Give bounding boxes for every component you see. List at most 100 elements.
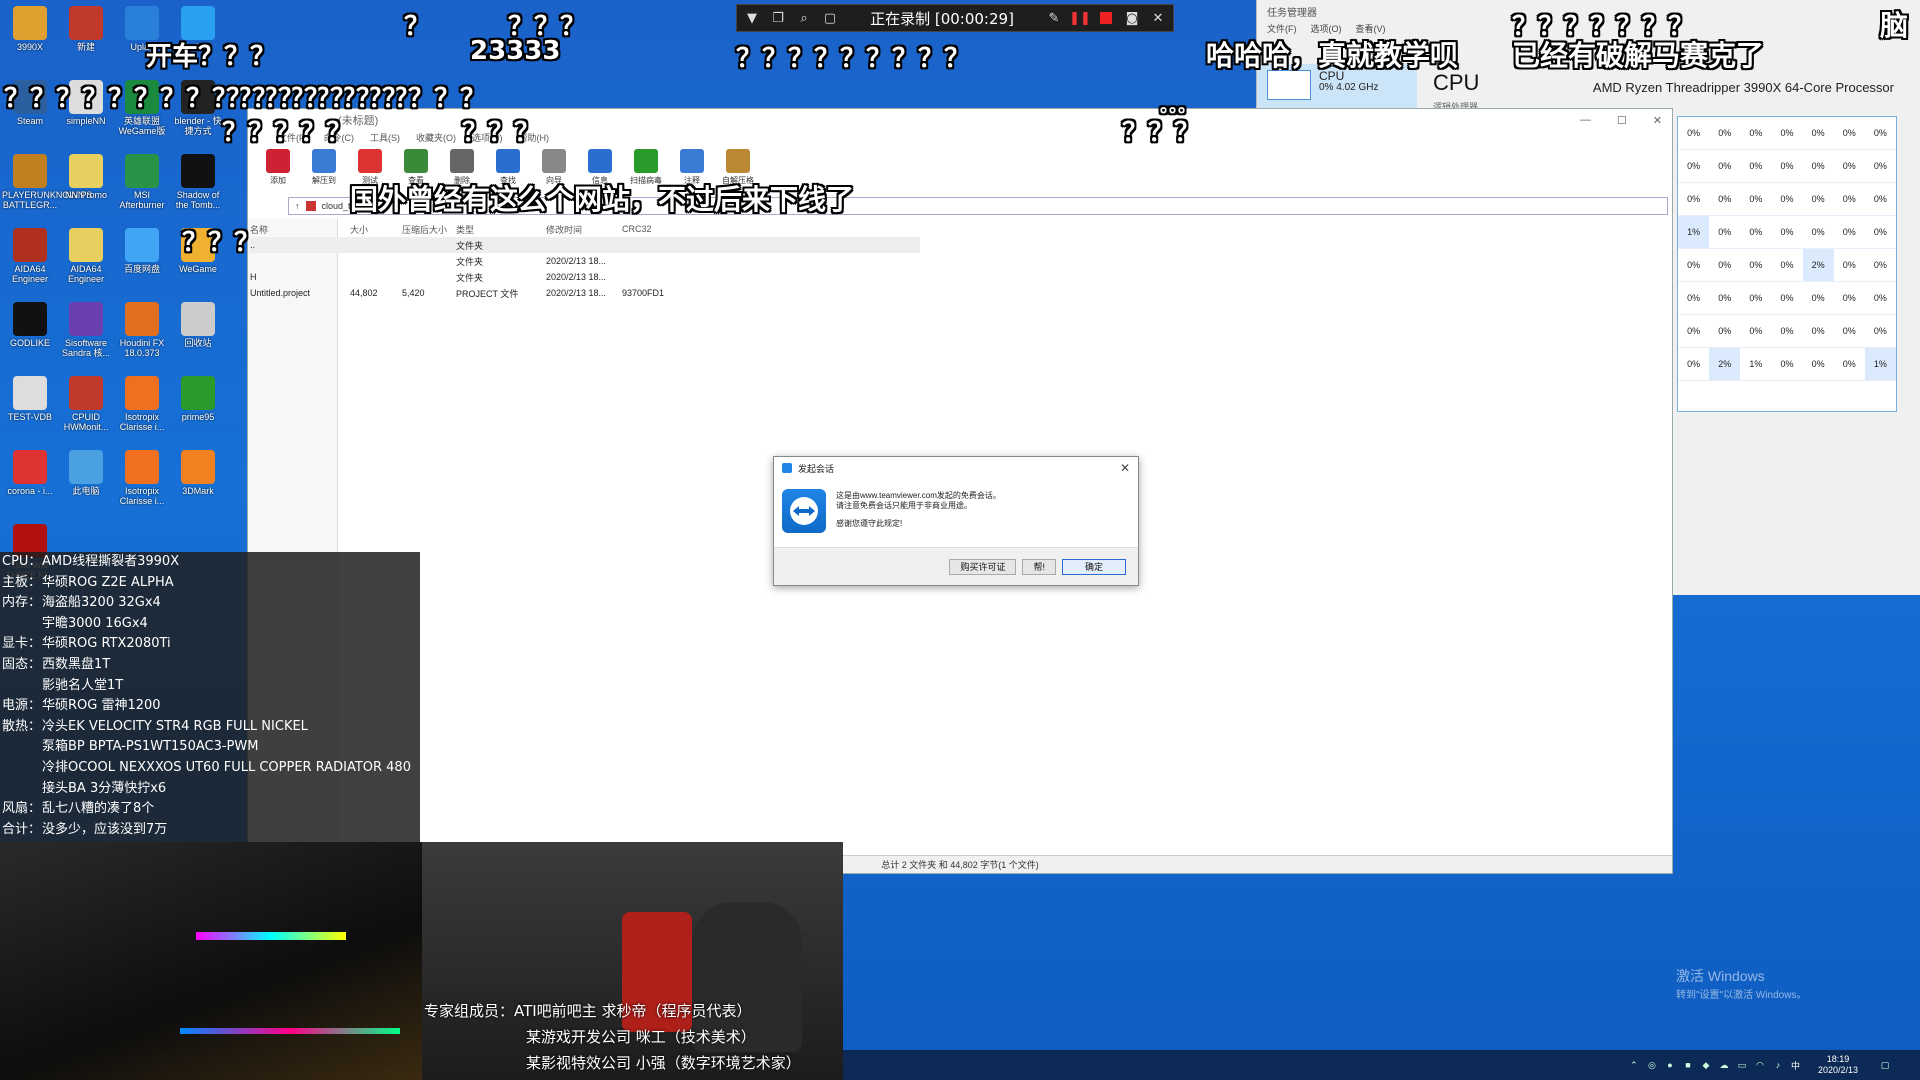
file-row[interactable]: Untitled.project 44,802 5,420 PROJECT 文件 202… <box>250 285 920 301</box>
desktop-icon-label: AIDA64 Engineer <box>67 264 105 284</box>
volume-icon[interactable]: ♪ <box>1773 1060 1783 1070</box>
toolbar-icon <box>726 149 750 173</box>
column-header[interactable]: 修改时间 <box>546 223 622 236</box>
toolbar-button[interactable]: 解压到 <box>306 149 342 186</box>
file-row[interactable]: 文件夹 2020/2/13 18... <box>250 253 920 269</box>
dialog-button-row: 购买许可证 帮! 确定 <box>774 547 1138 585</box>
camera-icon[interactable]: ◙ <box>1123 9 1141 27</box>
core-usage-cell: 0% <box>1802 117 1834 150</box>
desktop-icon[interactable]: 百度网盘 <box>114 228 170 274</box>
stop-icon[interactable] <box>1097 9 1115 27</box>
app-icon <box>69 228 103 262</box>
maximize-icon[interactable]: ☐ <box>1617 114 1627 127</box>
window-mode-icon[interactable]: ❐ <box>769 9 787 27</box>
menu-item[interactable]: 工具(S) <box>370 131 400 149</box>
desktop-icon[interactable]: NN Promo <box>58 154 114 200</box>
gpu-tray-icon[interactable]: ■ <box>1683 1060 1693 1070</box>
core-usage-cell: 1% <box>1740 348 1772 381</box>
file-cell-type: 文件夹 <box>456 272 484 283</box>
desktop-icon[interactable]: Isotropix Clarisse i... <box>114 376 170 432</box>
pause-icon[interactable]: ❚❚ <box>1069 9 1091 27</box>
file-row[interactable]: .. 文件夹 <box>250 237 920 253</box>
file-row[interactable]: H 文件夹 2020/2/13 18... <box>250 269 920 285</box>
desktop-icon[interactable]: Houdini FX 18.0.373 <box>114 302 170 358</box>
spec-key: 风扇： <box>2 801 42 817</box>
column-header[interactable]: 大小 <box>350 223 402 236</box>
minimize-icon[interactable]: — <box>1580 114 1591 126</box>
desktop-icon[interactable]: prime95 <box>170 376 226 422</box>
spec-value: AMD线程撕裂者3990X <box>42 554 180 569</box>
tray-expand-icon[interactable]: ⌃ <box>1629 1060 1639 1070</box>
app-tray-icon[interactable]: ◆ <box>1701 1060 1711 1070</box>
desktop-icon[interactable]: AIDA64 Engineer <box>2 228 58 284</box>
desktop-icon[interactable]: corona - i... <box>2 450 58 496</box>
screen-recorder-bar[interactable]: ▼ ❐ ⌕ ▢ 正在录制 [00:00:29] ✎ ❚❚ ◙ ✕ <box>736 4 1174 32</box>
zoom-icon[interactable]: ⌕ <box>795 9 813 27</box>
core-usage-cell: 0% <box>1864 183 1896 216</box>
buy-license-button[interactable]: 购买许可证 <box>949 558 1017 575</box>
dialog-close-icon[interactable]: ✕ <box>1120 461 1130 475</box>
help-button[interactable]: 帮! <box>1022 558 1056 575</box>
core-usage-cell: 0% <box>1678 117 1710 150</box>
desktop-icon[interactable]: TEST-VDB <box>2 376 58 422</box>
recorder-close-icon[interactable]: ✕ <box>1149 9 1167 27</box>
desktop-icon[interactable]: CPUID HWMonit... <box>58 376 114 432</box>
rgb-light-strip <box>196 932 346 940</box>
desktop-icon[interactable]: 3DMark <box>170 450 226 496</box>
core-usage-cell: 0% <box>1771 348 1803 381</box>
close-icon[interactable]: ✕ <box>1653 114 1662 127</box>
column-header[interactable]: 名称 <box>250 223 350 236</box>
column-header[interactable]: CRC32 <box>622 224 682 234</box>
desktop-icon[interactable]: Shadow of the Tomb... <box>170 154 226 210</box>
toolbar-icon <box>680 149 704 173</box>
dialog-line-2: 请注意免费会话只能用于非商业用途。 <box>836 501 972 510</box>
ime-indicator[interactable]: 中 <box>1791 1059 1800 1072</box>
core-usage-cell: 0% <box>1833 117 1865 150</box>
core-usage-cell: 0% <box>1802 150 1834 183</box>
app-icon <box>181 6 215 40</box>
spec-value: 冷排OCOOL NEXXXOS UT60 FULL COPPER RADIATO… <box>42 759 411 775</box>
toolbar-label: 添加 <box>270 176 286 185</box>
cloud-icon[interactable]: ☁ <box>1719 1060 1729 1070</box>
toolbar-button[interactable]: 添加 <box>260 149 296 186</box>
desktop-icon[interactable]: 3990X <box>2 6 58 52</box>
up-arrow-icon[interactable]: ↑ <box>295 201 300 211</box>
desktop-icon-label: 新建 <box>76 42 95 52</box>
pen-icon[interactable]: ✎ <box>1045 9 1063 27</box>
display-icon[interactable]: ▭ <box>1737 1060 1747 1070</box>
desktop-icon-label: simpleNN <box>66 116 106 126</box>
dropdown-icon[interactable]: ▼ <box>743 9 761 27</box>
desktop-icon[interactable]: 新建 <box>58 6 114 52</box>
desktop-icon[interactable]: 回收站 <box>170 302 226 348</box>
desktop-icon[interactable]: GODLIKE <box>2 302 58 348</box>
spec-row: 冷排OCOOL NEXXXOS UT60 FULL COPPER RADIATO… <box>2 758 420 779</box>
desktop-icon[interactable]: 此电脑 <box>58 450 114 496</box>
desktop-icon[interactable]: PLAYERUNKNOWN'S BATTLEGR... <box>2 154 92 210</box>
toolbar-icon <box>496 149 520 173</box>
desktop-icon[interactable]: Sisoftware Sandra 核... <box>58 302 114 358</box>
desktop-icon-label: WeGame <box>179 264 217 274</box>
ok-button[interactable]: 确定 <box>1062 558 1126 575</box>
region-icon[interactable]: ▢ <box>821 9 839 27</box>
spec-value: 海盗船3200 32Gx4 <box>42 595 161 611</box>
desktop-icon[interactable]: Isotropix Clarisse i... <box>114 450 170 506</box>
menu-item[interactable]: 收藏夹(O) <box>416 131 456 149</box>
desktop-icon[interactable]: AIDA64 Engineer <box>58 228 114 284</box>
teamviewer-dialog[interactable]: 发起会话 ✕ 这是由www.teamviewer.com发起的免费会话。 请注意… <box>773 456 1139 586</box>
notification-icon[interactable]: ▢ <box>1880 1060 1890 1070</box>
network-icon[interactable]: ◎ <box>1647 1060 1657 1070</box>
desktop-icon-label: 3990X <box>16 42 44 52</box>
desktop-icon[interactable]: MSI Afterburner <box>114 154 170 210</box>
file-list[interactable]: 名称 大小 压缩后大小 类型 修改时间 CRC32 .. 文件夹 文件夹 2020/2/13 18… <box>248 221 920 301</box>
column-header[interactable]: 压缩后大小 <box>402 223 456 236</box>
desktop-icon-label: 英雄联盟WeGame版 <box>118 116 166 136</box>
column-header[interactable]: 类型 <box>456 223 546 236</box>
spec-value: 乱七八糟的凑了8个 <box>42 801 155 817</box>
core-usage-cell: 0% <box>1709 183 1741 216</box>
danmu-comment: 国外曾经有这么个网站，不过后来下线了 <box>350 183 855 216</box>
wifi-icon[interactable]: ◠ <box>1755 1060 1765 1070</box>
spec-key: 合计： <box>2 821 42 837</box>
clock[interactable]: 18:19 2020/2/13 <box>1818 1054 1858 1076</box>
mic-icon[interactable]: ● <box>1665 1060 1675 1070</box>
core-usage-cell: 0% <box>1678 315 1710 348</box>
